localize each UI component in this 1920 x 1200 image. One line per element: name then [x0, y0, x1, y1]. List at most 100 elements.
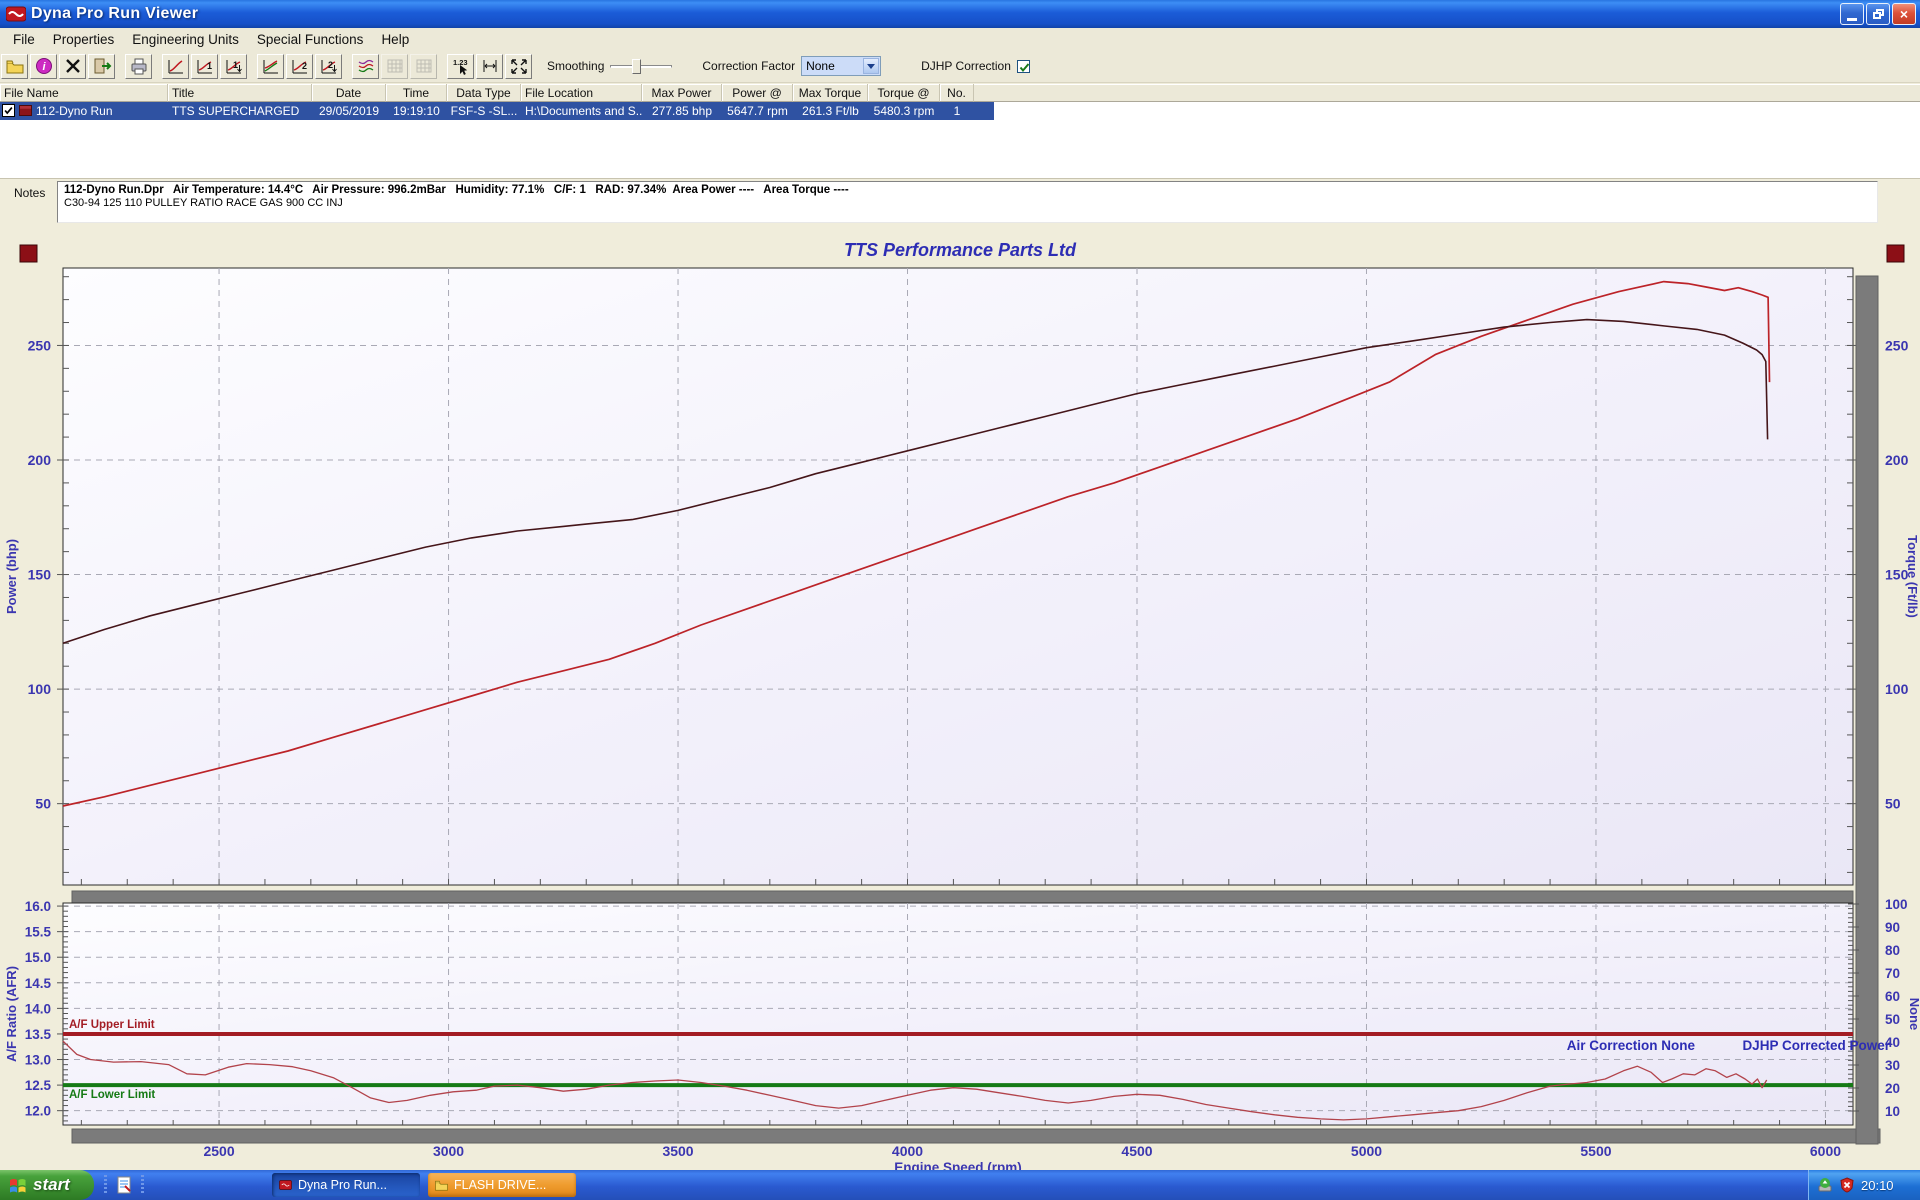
- run-viewer-shortcut-icon[interactable]: [115, 1176, 133, 1194]
- none-axis-tick-label: 90: [1885, 920, 1900, 935]
- security-shield-icon[interactable]: [1839, 1177, 1855, 1193]
- chevron-down-icon[interactable]: [863, 58, 880, 74]
- rpm-tick-label: 2500: [203, 1143, 234, 1159]
- smoothing-slider-track: [610, 65, 673, 68]
- print-button[interactable]: [125, 53, 152, 79]
- chart-hscroll-bottom[interactable]: [71, 1128, 1881, 1144]
- rpm-tick-label: 6000: [1810, 1143, 1841, 1159]
- dyna-icon: [279, 1180, 292, 1190]
- power-axis-tick-label: 250: [28, 337, 52, 353]
- grid-a-button[interactable]: [381, 53, 408, 79]
- row-cell-title: TTS SUPERCHARGED: [172, 104, 300, 118]
- column-header-time[interactable]: Time: [386, 84, 447, 102]
- quick-launch-handle-2[interactable]: [141, 1175, 144, 1195]
- graph-1-torque-button[interactable]: 1: [220, 53, 247, 79]
- column-header-max_torque[interactable]: Max Torque: [793, 84, 868, 102]
- rpm-tick-label: 3000: [433, 1143, 464, 1159]
- title-bar[interactable]: Dyna Pro Run Viewer ×: [0, 0, 1920, 28]
- djhp-corrected-text: DJHP Corrected Power: [1742, 1038, 1890, 1053]
- grid-icon: [416, 59, 431, 73]
- run-file-icon: [19, 105, 32, 116]
- grid-b-button[interactable]: [410, 53, 437, 79]
- smoothing-slider-thumb[interactable]: [632, 59, 642, 74]
- graph-1-button[interactable]: 1: [191, 53, 218, 79]
- task-button-flash-drive-[interactable]: FLASH DRIVE...: [428, 1173, 576, 1197]
- row-cell-max_power: 277.85 bhp: [651, 104, 713, 118]
- usb-eject-icon[interactable]: [1817, 1177, 1833, 1193]
- svg-text:2: 2: [302, 61, 307, 71]
- row-cell-no: 1: [953, 104, 961, 118]
- menu-item-properties[interactable]: Properties: [44, 30, 124, 49]
- exit-button[interactable]: [88, 53, 115, 79]
- file-table-header: File Name Title Date Time Data Type File Loca…: [0, 84, 1920, 102]
- restore-button[interactable]: [1866, 3, 1890, 25]
- graph-2-down-icon: 2: [321, 60, 337, 74]
- pointer-123-icon: 1.23: [453, 58, 467, 75]
- menu-item-help[interactable]: Help: [372, 30, 418, 49]
- djhp-correction-checkbox[interactable]: [1016, 59, 1030, 73]
- menu-item-special-functions[interactable]: Special Functions: [248, 30, 373, 49]
- open-file-button[interactable]: [1, 53, 28, 79]
- column-header-file_location[interactable]: File Location: [521, 84, 642, 102]
- info-button[interactable]: i: [30, 53, 57, 79]
- row-cell-file_location: H:\Documents and S...: [525, 104, 642, 118]
- pointer-values-button[interactable]: 1.23: [447, 53, 474, 79]
- power-axis-tick-label: 150: [28, 567, 52, 583]
- graph-2-button[interactable]: 2: [286, 53, 313, 79]
- chart-handle-right[interactable]: [1886, 244, 1905, 263]
- menu-item-engineering-units[interactable]: Engineering Units: [123, 30, 248, 49]
- torque-axis-tick-label: 100: [1885, 681, 1909, 697]
- rpm-tick-label: 3500: [662, 1143, 693, 1159]
- none-axis-tick-label: 20: [1885, 1081, 1900, 1096]
- torque-axis-tick-label: 50: [1885, 796, 1901, 812]
- graph-green-button[interactable]: [257, 53, 284, 79]
- graph-power-button[interactable]: [162, 53, 189, 79]
- window-title: Dyna Pro Run Viewer: [31, 5, 199, 22]
- task-button-dyna-pro-run-[interactable]: Dyna Pro Run...: [272, 1173, 420, 1197]
- column-header-torque_at[interactable]: Torque @: [868, 84, 940, 102]
- overlay-graphs-button[interactable]: [352, 53, 379, 79]
- correction-factor-label: Correction Factor: [702, 59, 796, 73]
- notes-box[interactable]: 112-Dyno Run.Dpr Air Temperature: 14.4°C…: [57, 181, 1878, 223]
- chart-handle-left[interactable]: [19, 244, 38, 263]
- smoothing-label: Smoothing: [547, 59, 605, 73]
- row-cell-torque_at: 5480.3 rpm: [873, 104, 935, 118]
- quick-launch-handle[interactable]: [104, 1175, 107, 1195]
- row-cell-max_torque: 261.3 Ft/lb: [802, 104, 859, 118]
- rpm-tick-label: 5000: [1351, 1143, 1382, 1159]
- zoom-extents-button[interactable]: [505, 53, 532, 79]
- smoothing-slider[interactable]: [610, 57, 673, 75]
- taskbar: start Dyna Pro Run... FLASH DRIVE... 20:1…: [0, 1170, 1920, 1200]
- row-checkbox[interactable]: [2, 104, 15, 117]
- folder-icon: [6, 60, 23, 74]
- correction-factor-select[interactable]: None: [801, 56, 882, 76]
- afr-axis-label: A/F Ratio (AFR): [4, 966, 19, 1062]
- column-header-max_power[interactable]: Max Power: [642, 84, 722, 102]
- menu-item-file[interactable]: File: [4, 30, 44, 49]
- table-row[interactable]: 112-Dyno Run TTS SUPERCHARGED 29/05/2019 19…: [0, 102, 994, 120]
- afr-axis-tick-label: 15.0: [25, 950, 51, 965]
- column-header-date[interactable]: Date: [312, 84, 386, 102]
- notes-line-1: 112-Dyno Run.Dpr Air Temperature: 14.4°C…: [64, 184, 849, 196]
- afr-axis-tick-label: 14.0: [25, 1001, 51, 1016]
- chart-hscroll-top[interactable]: [71, 890, 1854, 905]
- column-header-no[interactable]: No.: [940, 84, 974, 102]
- minimize-button[interactable]: [1840, 3, 1864, 25]
- scale-axes-button[interactable]: [476, 53, 503, 79]
- correction-factor-value: None: [806, 59, 835, 73]
- close-button[interactable]: ×: [1892, 3, 1916, 25]
- start-button[interactable]: start: [0, 1170, 94, 1200]
- column-header-power_at[interactable]: Power @: [722, 84, 793, 102]
- column-header-file_name[interactable]: File Name: [0, 84, 168, 102]
- column-header-data_type[interactable]: Data Type: [447, 84, 521, 102]
- graph-2-torque-button[interactable]: 2: [315, 53, 342, 79]
- column-header-title[interactable]: Title: [168, 84, 312, 102]
- close-icon: ×: [1899, 6, 1909, 22]
- row-cell-power_at: 5647.7 rpm: [727, 104, 788, 118]
- chart-vscroll-right[interactable]: [1855, 275, 1879, 1145]
- delete-run-button[interactable]: [59, 53, 86, 79]
- none-axis-tick-label: 70: [1885, 966, 1900, 981]
- notes-line-2: C30-94 125 110 PULLEY RATIO RACE GAS 900…: [64, 197, 343, 209]
- none-axis-label: None: [1907, 998, 1920, 1031]
- charts-group: 50 50100 100150 150200 200250 250Power (bhp) T…: [4, 244, 1920, 1170]
